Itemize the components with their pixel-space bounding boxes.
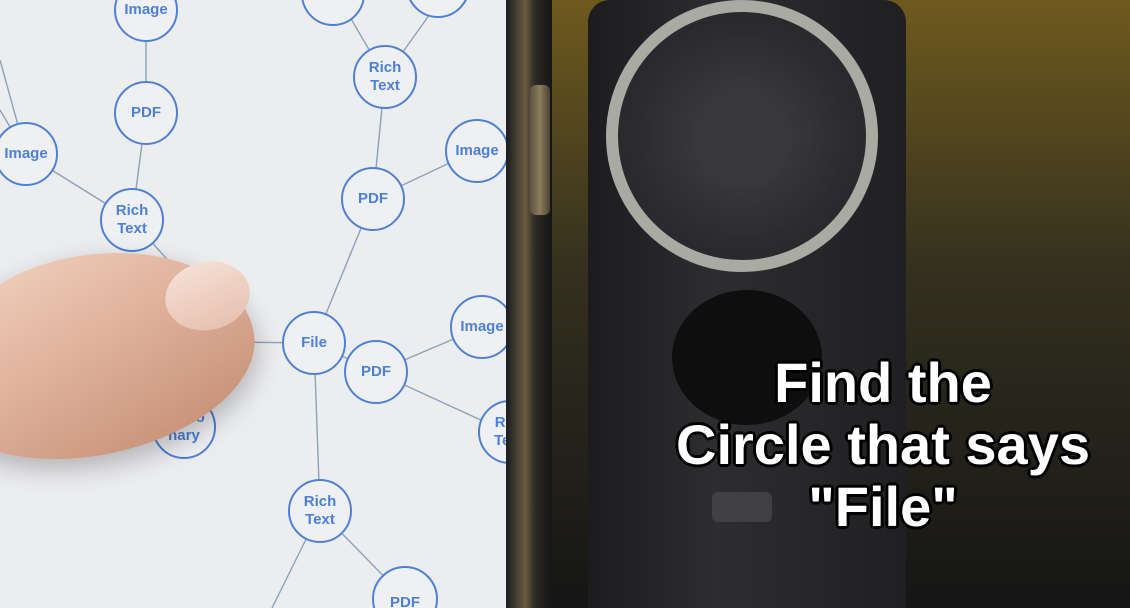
node-label: Image <box>460 318 504 335</box>
node-label: PDF <box>358 190 388 207</box>
overlay-caption: Find the Circle that says "File" <box>676 351 1090 538</box>
speaker-dust-cap <box>692 90 792 190</box>
graph-node-pdf[interactable]: PDF <box>341 167 405 231</box>
node-label: PDF <box>361 363 391 380</box>
node-label: Rich Text <box>303 493 337 528</box>
graph-node-pdf[interactable]: PDF <box>344 340 408 404</box>
phone-screen: Image Rich Text PDF Image Image PDF Rich… <box>0 0 512 608</box>
graph-node-image[interactable]: Image <box>450 295 512 359</box>
node-label: PDF <box>131 104 161 121</box>
graph-node-rich-text[interactable]: Rich Text <box>353 45 417 109</box>
phone-side-button <box>530 85 550 215</box>
node-label: Rich Text <box>368 59 402 94</box>
graph-node-rich-text[interactable]: Rich Text <box>288 479 352 543</box>
graph-node-pdf[interactable]: PDF <box>114 81 178 145</box>
node-label: File <box>301 334 327 351</box>
graph-node-rich-text[interactable]: Rich Text <box>100 188 164 252</box>
node-label: Rich Text <box>115 202 149 237</box>
graph-node-file[interactable]: File <box>282 311 346 375</box>
node-label: Image <box>4 145 48 162</box>
node-label: PDF <box>390 594 420 608</box>
node-label: Image <box>455 142 499 159</box>
node-label: Image <box>124 1 168 18</box>
graph-node-image[interactable]: Image <box>445 119 509 183</box>
